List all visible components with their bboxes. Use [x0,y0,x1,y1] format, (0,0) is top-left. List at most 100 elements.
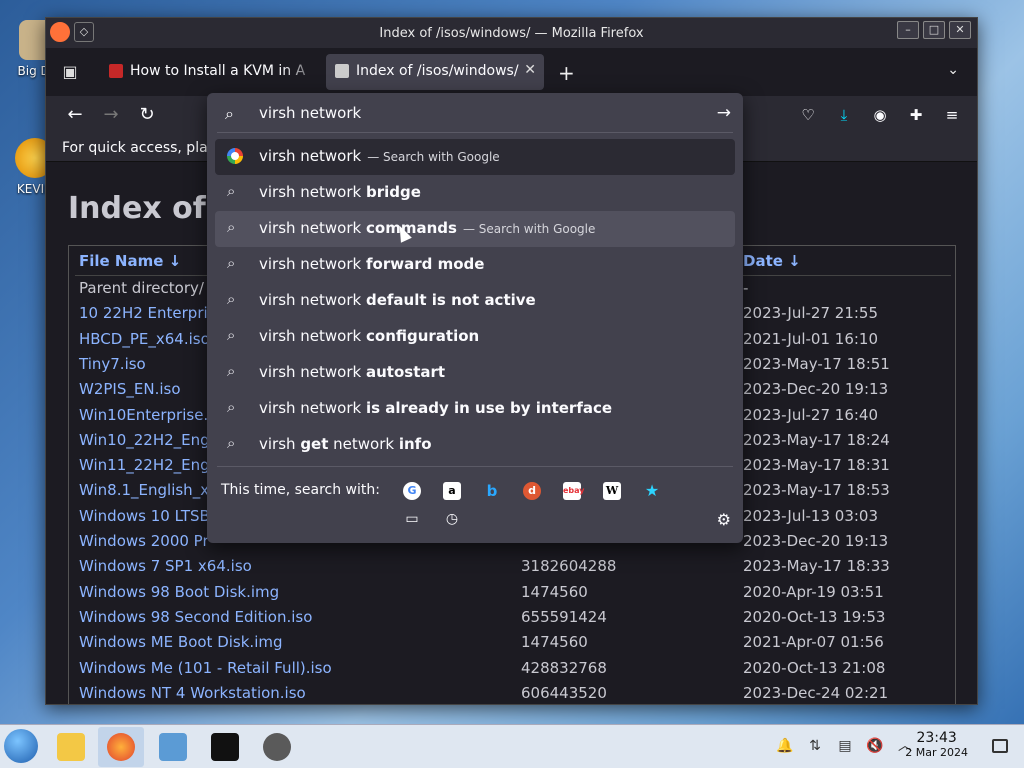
ebay-engine-icon[interactable]: ebay [563,482,585,500]
table-row: Windows ME Boot Disk.img 1474560 2021-Apr-… [69,633,955,658]
file-name-link[interactable]: Win10Enterprise.is [79,406,220,424]
firefox-view-icon[interactable]: ▣ [60,62,80,82]
file-name-link[interactable]: HBCD_PE_x64.iso [79,330,210,348]
close-tab-icon[interactable]: ✕ [524,62,536,78]
file-size: 1474560 [521,582,588,601]
col-header-date[interactable]: Date ↓ [743,252,801,270]
duckduckgo-engine-icon[interactable]: d [523,482,541,500]
tab-label: How to Install a KVM in A [130,63,306,79]
file-date: 2023-Dec-20 19:13 [743,532,889,550]
file-name-link[interactable]: Windows ME Boot Disk.img [79,633,283,651]
folder-favicon-icon [335,64,349,78]
search-with-label: This time, search with: [221,482,380,498]
taskbar-virt-manager[interactable] [254,727,300,767]
file-date: 2023-Jul-27 16:40 [743,405,879,424]
taskbar-terminal[interactable] [202,727,248,767]
taskbar-system-settings[interactable] [150,727,196,767]
show-desktop-button[interactable] [992,739,1008,753]
file-name-link[interactable]: 10 22H2 Enterprise [79,304,225,322]
close-window-button[interactable]: ✕ [949,21,971,39]
col-header-name[interactable]: File Name ↓ [79,252,181,270]
file-name-link[interactable]: Windows 98 Second Edition.iso [79,608,312,626]
menu-icon[interactable]: ≡ [941,104,963,126]
file-size: 655591424 [521,607,607,626]
wikipedia-engine-icon[interactable]: W [603,482,621,500]
amazon-engine-icon[interactable]: a [443,482,461,500]
downloads-icon[interactable]: ⤓ [833,104,855,126]
bing-engine-icon[interactable]: b [483,482,501,500]
bookmarks-hint: For quick access, plac [62,140,216,156]
file-name-link[interactable]: W2PIS_EN.iso [79,380,181,398]
history-mode-icon[interactable]: ◷ [443,510,461,528]
suggestion-item[interactable]: virsh network — Search with Google [215,139,735,175]
file-date: - [743,279,749,297]
volume-muted-icon[interactable]: 🔇 [866,737,884,755]
start-button[interactable] [4,729,38,763]
terminal-icon [211,733,239,761]
minimize-button[interactable]: – [897,21,919,39]
file-name-link[interactable]: Win8.1_English_x6 [79,481,219,499]
file-name-link[interactable]: Parent directory/ [79,279,204,297]
suggestion-item[interactable]: ⌕ virsh network commands — Search with Goo… [215,211,735,247]
search-icon: ⌕ [225,104,234,123]
taskbar-file-manager[interactable] [48,727,94,767]
suggestion-item[interactable]: ⌕ virsh get network info [215,427,735,463]
urlbar-dropdown: ⌕ virsh network → virsh network — Search … [207,93,743,543]
taskbar-firefox[interactable] [98,727,144,767]
clock[interactable]: 23:43 2 Mar 2024 [905,730,968,759]
suggestion-item[interactable]: ⌕ virsh network forward mode [215,247,735,283]
file-date: 2021-Apr-07 01:56 [743,633,884,652]
file-size: 1474560 [521,633,588,652]
file-date: 2020-Apr-19 03:51 [743,582,884,601]
suggestion-item[interactable]: ⌕ virsh network autostart [215,355,735,391]
search-icon: ⌕ [227,434,236,452]
file-name-link[interactable]: Windows Me (101 - Retail Full).iso [79,659,332,677]
table-row: Windows 98 Boot Disk.img 1474560 2020-Apr-… [69,583,955,608]
google-engine-icon[interactable]: G [403,482,421,500]
search-settings-gear-icon[interactable]: ⚙ [717,510,731,529]
tab-index-isos[interactable]: Index of /isos/windows/ ✕ [326,54,544,90]
address-bar[interactable]: ⌕ virsh network → [207,93,743,133]
file-date: 2023-May-17 18:31 [743,456,890,475]
google-icon [227,148,243,164]
go-arrow-icon[interactable]: → [717,103,731,123]
search-icon: ⌕ [227,362,236,380]
file-name-link[interactable]: Win11_22H2_Engli [79,456,218,474]
suggestion-item[interactable]: ⌕ virsh network configuration [215,319,735,355]
new-tab-button[interactable]: + [558,61,575,85]
file-name-link[interactable]: Windows 7 SP1 x64.iso [79,557,252,575]
search-icon: ⌕ [227,218,236,236]
clipboard-icon[interactable]: ▤ [836,737,854,755]
star-engine-icon[interactable]: ★ [643,482,661,500]
suggestion-item[interactable]: ⌕ virsh network is already in use by inte… [215,391,735,427]
maximize-button[interactable]: □ [923,21,945,39]
network-icon[interactable]: ⇅ [806,737,824,755]
file-date: 2023-Dec-20 19:13 [743,380,889,399]
clock-date: 2 Mar 2024 [905,746,968,759]
file-name-link[interactable]: Tiny7.iso [79,355,146,373]
suggestion-item[interactable]: ⌕ virsh network bridge [215,175,735,211]
settings-icon [159,733,187,761]
account-icon[interactable]: ◉ [869,104,891,126]
notifications-icon[interactable]: 🔔 [776,737,794,755]
tabs-mode-icon[interactable]: ▭ [403,510,421,528]
forward-button[interactable]: → [100,104,122,126]
tab-kvm-guide[interactable]: How to Install a KVM in A [100,54,322,90]
file-date: 2023-Jul-13 03:03 [743,506,879,525]
file-date: 2023-Jul-27 21:55 [743,304,879,323]
back-button[interactable]: ← [64,104,86,126]
address-input[interactable]: virsh network [259,104,361,122]
suggestion-item[interactable]: ⌕ virsh network default is not active [215,283,735,319]
file-name-link[interactable]: Windows 10 LTSB [79,507,210,525]
site-favicon-icon [109,64,123,78]
file-name-link[interactable]: Win10_22H2_Engl [79,431,214,449]
folder-icon [57,733,85,761]
file-date: 2023-Dec-24 02:21 [743,683,889,702]
file-name-link[interactable]: Windows 98 Boot Disk.img [79,583,279,601]
pocket-icon[interactable]: ♡ [797,104,819,126]
reload-button[interactable]: ↻ [136,104,158,126]
file-name-link[interactable]: Windows NT 4 Workstation.iso [79,684,306,702]
extensions-icon[interactable]: ✚ [905,104,927,126]
file-name-link[interactable]: Windows 2000 Pr [79,532,209,550]
list-all-tabs-icon[interactable]: ⌄ [947,62,959,78]
